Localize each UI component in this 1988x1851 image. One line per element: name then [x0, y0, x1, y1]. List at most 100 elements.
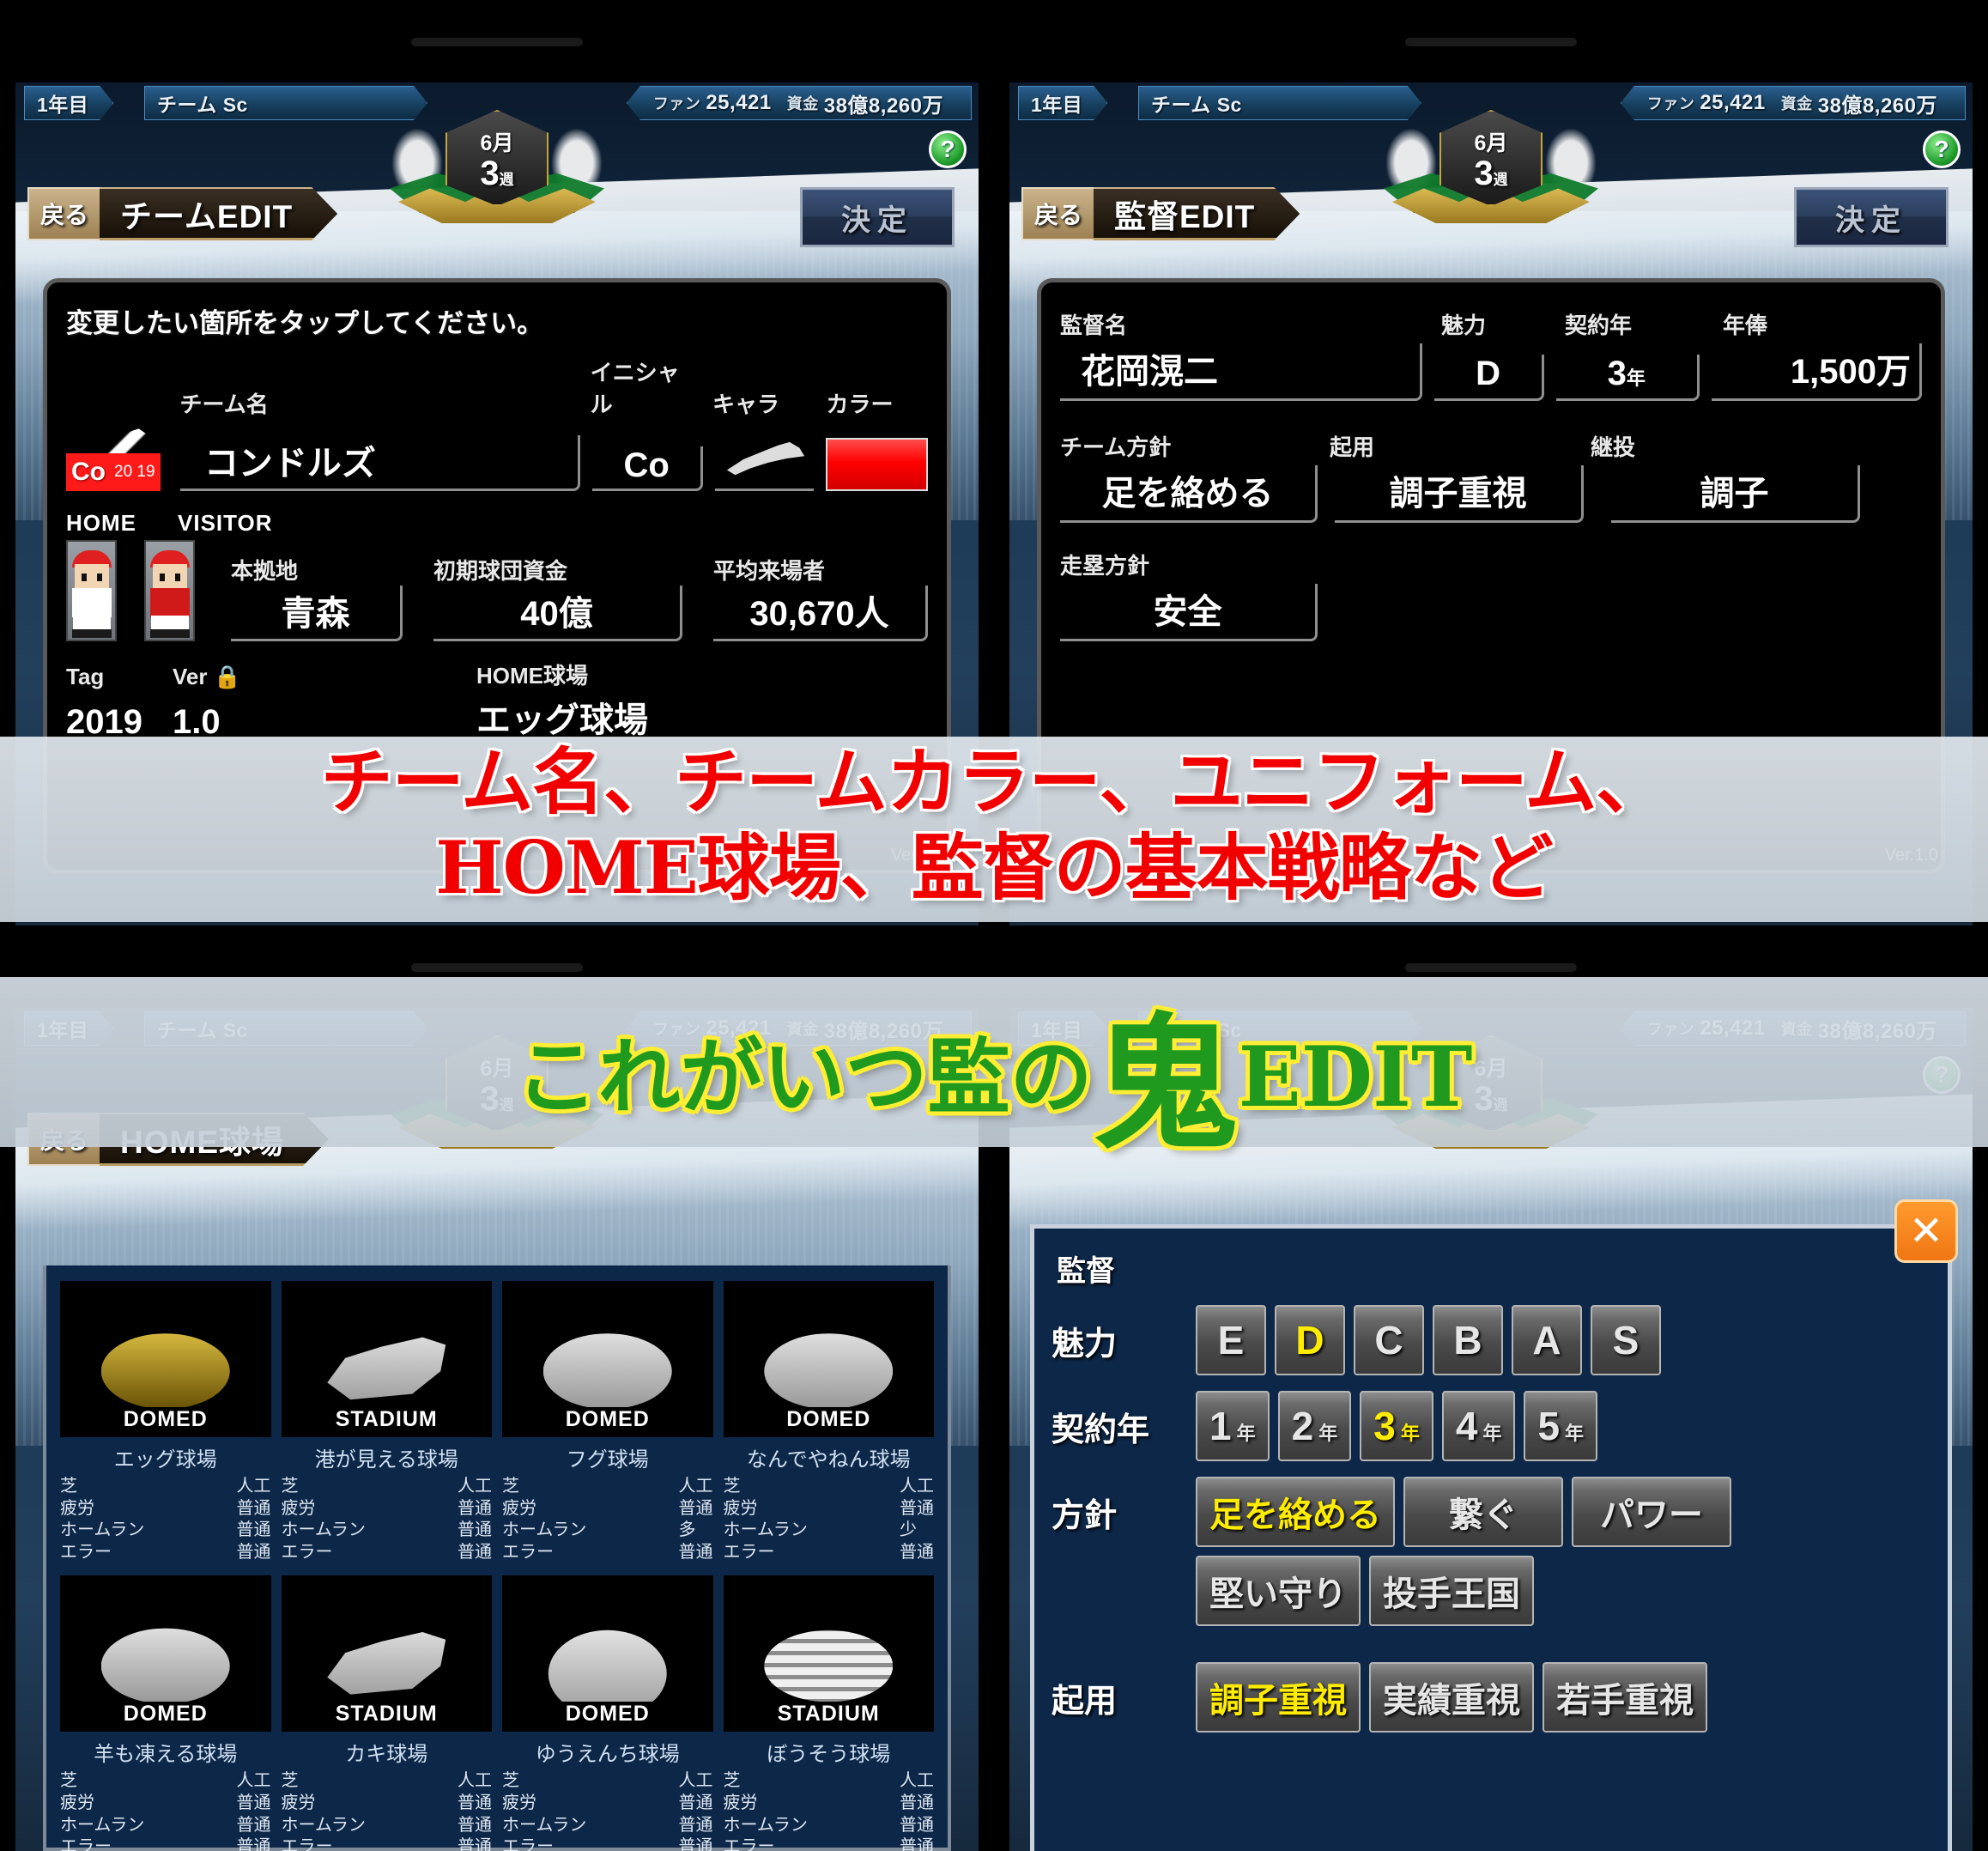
- confirm-button-2[interactable]: 決定: [1794, 187, 1949, 247]
- avg-attendance-field: 30,670人: [713, 586, 928, 641]
- option-button[interactable]: 2年: [1277, 1391, 1352, 1461]
- option-button[interactable]: B: [1433, 1305, 1503, 1375]
- stat-value-homerun: 普通: [236, 1815, 271, 1835]
- manager-name-field[interactable]: 花岡滉二: [1060, 343, 1423, 401]
- stadium-name: なんでやねん球場: [746, 1448, 911, 1472]
- option-button[interactable]: 投手王国: [1369, 1556, 1534, 1626]
- stat-label-error: エラー: [502, 1837, 554, 1851]
- week-unit-2: 週: [1493, 172, 1508, 188]
- label-home-stadium: HOME球場: [476, 663, 589, 689]
- team-name-field[interactable]: コンドルズ: [179, 435, 581, 491]
- option-button[interactable]: 繋ぐ: [1403, 1477, 1563, 1547]
- relief-field[interactable]: 調子: [1611, 465, 1860, 523]
- fan-label-1: ファン: [652, 95, 701, 112]
- stat-value-fatigue: 普通: [458, 1793, 492, 1812]
- stadium-stats: 芝人工 疲労 普通 ホームラン 普通 エラー 普通: [60, 1770, 271, 1851]
- promo-banner-bottom: これがいつ監の鬼EDIT: [0, 977, 1988, 1157]
- stat-label-homerun: ホームラン: [281, 1815, 366, 1835]
- option-button[interactable]: 4年: [1441, 1391, 1516, 1461]
- policy-row-label: 方針: [1052, 1498, 1118, 1534]
- option-button[interactable]: A: [1512, 1305, 1582, 1375]
- option-button[interactable]: 足を絡める: [1196, 1477, 1395, 1547]
- stat-value-turf: 人工: [458, 1771, 492, 1791]
- visitor-face-icon: [152, 564, 187, 588]
- charm-field[interactable]: D: [1434, 355, 1544, 401]
- option-button[interactable]: E: [1196, 1305, 1266, 1375]
- stadium-art-icon: [100, 1628, 230, 1702]
- stadium-thumb: DOMED: [60, 1575, 271, 1733]
- help-icon-1[interactable]: ?: [929, 130, 967, 168]
- stadium-stats: 芝人工 疲労 普通 ホームラン 普通 エラー 普通: [282, 1476, 493, 1563]
- promo-line-1: チーム名、チームカラー、ユニフォーム、: [320, 739, 1669, 824]
- stadium-card[interactable]: DOMED フグ球場 芝人工 疲労 普通 ホームラン多 エラー 普通: [502, 1281, 713, 1563]
- stadium-card[interactable]: DOMED エッグ球場 芝人工 疲労 普通 ホームラン 普通 エラー 普通: [60, 1281, 271, 1563]
- week-unit-1: 週: [499, 172, 514, 188]
- stat-label-fatigue: 疲労: [723, 1793, 758, 1812]
- option-button[interactable]: S: [1591, 1305, 1661, 1375]
- visitor-uniform-thumb[interactable]: [144, 540, 195, 641]
- option-unit: 年: [1400, 1423, 1420, 1444]
- option-button[interactable]: パワー: [1572, 1477, 1731, 1547]
- money-label-2: 資金: [1780, 95, 1813, 112]
- label-team-name: チーム名: [179, 391, 269, 417]
- stat-label-error: エラー: [60, 1837, 112, 1851]
- stat-value-error: 普通: [900, 1837, 934, 1851]
- stat-label-homerun: ホームラン: [60, 1520, 145, 1540]
- week-number-1: 3: [480, 155, 500, 192]
- stat-label-error: エラー: [502, 1542, 554, 1562]
- back-button-1[interactable]: 戻る: [27, 187, 101, 240]
- baserunning-field[interactable]: 安全: [1060, 584, 1318, 641]
- stat-value-turf: 人工: [236, 1477, 271, 1496]
- option-button[interactable]: D: [1275, 1305, 1345, 1375]
- stat-label-error: エラー: [723, 1837, 775, 1851]
- back-button-2[interactable]: 戻る: [1021, 187, 1095, 240]
- contract-years-field[interactable]: 3年: [1555, 355, 1700, 401]
- promo-line-2: HOME球場、監督の基本戦略など: [435, 825, 1554, 911]
- stat-label-homerun: ホームラン: [60, 1815, 145, 1835]
- label-visitor: VISITOR: [178, 510, 273, 536]
- stat-label-fatigue: 疲労: [60, 1793, 94, 1812]
- stadium-card[interactable]: STADIUM 港が見える球場 芝人工 疲労 普通 ホームラン 普通 エラー 普通: [281, 1281, 493, 1563]
- confirm-button-1[interactable]: 決定: [800, 187, 955, 247]
- base-field[interactable]: 青森: [231, 586, 403, 641]
- stadium-stats: 芝人工 疲労 普通 ホームラン 普通 エラー 普通: [60, 1476, 271, 1563]
- option-button[interactable]: 堅い守り: [1196, 1556, 1361, 1626]
- title-bar-2: 戻る 監督EDIT: [1021, 185, 1300, 242]
- option-button[interactable]: 1年: [1196, 1391, 1270, 1461]
- stat-label-homerun: ホームラン: [723, 1520, 808, 1540]
- home-stadium-field[interactable]: エッグ球場: [476, 692, 648, 742]
- close-icon[interactable]: ✕: [1894, 1199, 1958, 1263]
- usage-field[interactable]: 調子重視: [1335, 465, 1584, 523]
- help-icon-2[interactable]: ?: [1923, 130, 1961, 168]
- stadium-card[interactable]: STADIUM ぼうそう球場 芝人工 疲労 普通 ホームラン 普通 エラー 普通: [723, 1575, 934, 1851]
- stadium-card[interactable]: DOMED ゆうえんち球場 芝人工 疲労 普通 ホームラン 普通 エラー 普通: [502, 1575, 713, 1851]
- team-logo-icon[interactable]: Co 20 19: [66, 424, 168, 491]
- contract-unit: 年: [1626, 367, 1646, 389]
- stat-value-error: 普通: [236, 1837, 271, 1851]
- option-button[interactable]: 3年: [1360, 1391, 1433, 1461]
- stat-value-turf: 人工: [678, 1477, 713, 1496]
- label-relief: 継投: [1591, 434, 1636, 460]
- stat-value-turf: 人工: [236, 1771, 271, 1791]
- option-button[interactable]: C: [1354, 1305, 1424, 1375]
- chara-field[interactable]: [715, 431, 815, 491]
- home-uniform-thumb[interactable]: [66, 540, 117, 641]
- option-button[interactable]: 5年: [1524, 1391, 1598, 1461]
- phone-notch-1: [411, 38, 583, 46]
- stadium-card[interactable]: DOMED なんでやねん球場 芝人工 疲労 普通 ホームラン少 エラー 普通: [723, 1281, 934, 1563]
- stadium-card[interactable]: STADIUM カキ球場 芝人工 疲労 普通 ホームラン 普通 エラー 普通: [281, 1575, 492, 1851]
- option-button[interactable]: 調子重視: [1196, 1662, 1361, 1733]
- salary-field[interactable]: 1,500万: [1711, 343, 1922, 401]
- team-color-swatch[interactable]: [826, 438, 929, 491]
- option-button[interactable]: 若手重視: [1543, 1662, 1707, 1733]
- stat-label-fatigue: 疲労: [281, 1498, 316, 1518]
- stadium-name: ぼうそう球場: [767, 1743, 891, 1767]
- team-policy-field[interactable]: 足を絡める: [1060, 465, 1318, 523]
- stat-label-turf: 芝: [281, 1771, 299, 1791]
- home-shoes-icon: [71, 629, 112, 638]
- initial-funds-field[interactable]: 40億: [433, 586, 682, 641]
- initial-field[interactable]: Co: [592, 446, 704, 491]
- stat-label-error: エラー: [60, 1542, 112, 1562]
- option-button[interactable]: 実績重視: [1369, 1662, 1534, 1733]
- stadium-card[interactable]: DOMED 羊も凍える球場 芝人工 疲労 普通 ホームラン 普通 エラー 普通: [60, 1575, 271, 1851]
